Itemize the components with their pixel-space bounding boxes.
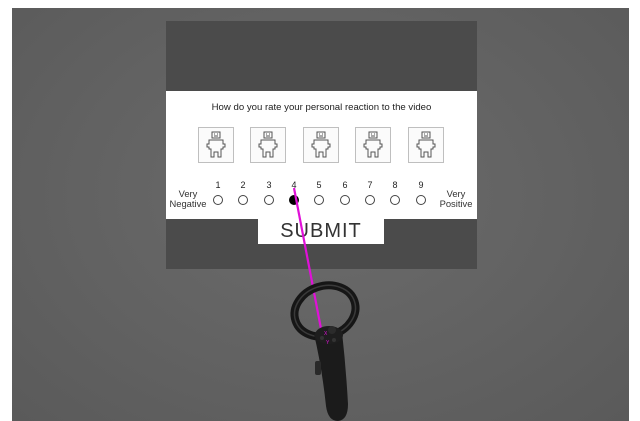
vr-environment: How do you rate your personal reaction t…	[12, 8, 629, 421]
vr-controller-icon: X Y	[290, 281, 360, 421]
controller-overlay: X Y	[290, 187, 360, 421]
